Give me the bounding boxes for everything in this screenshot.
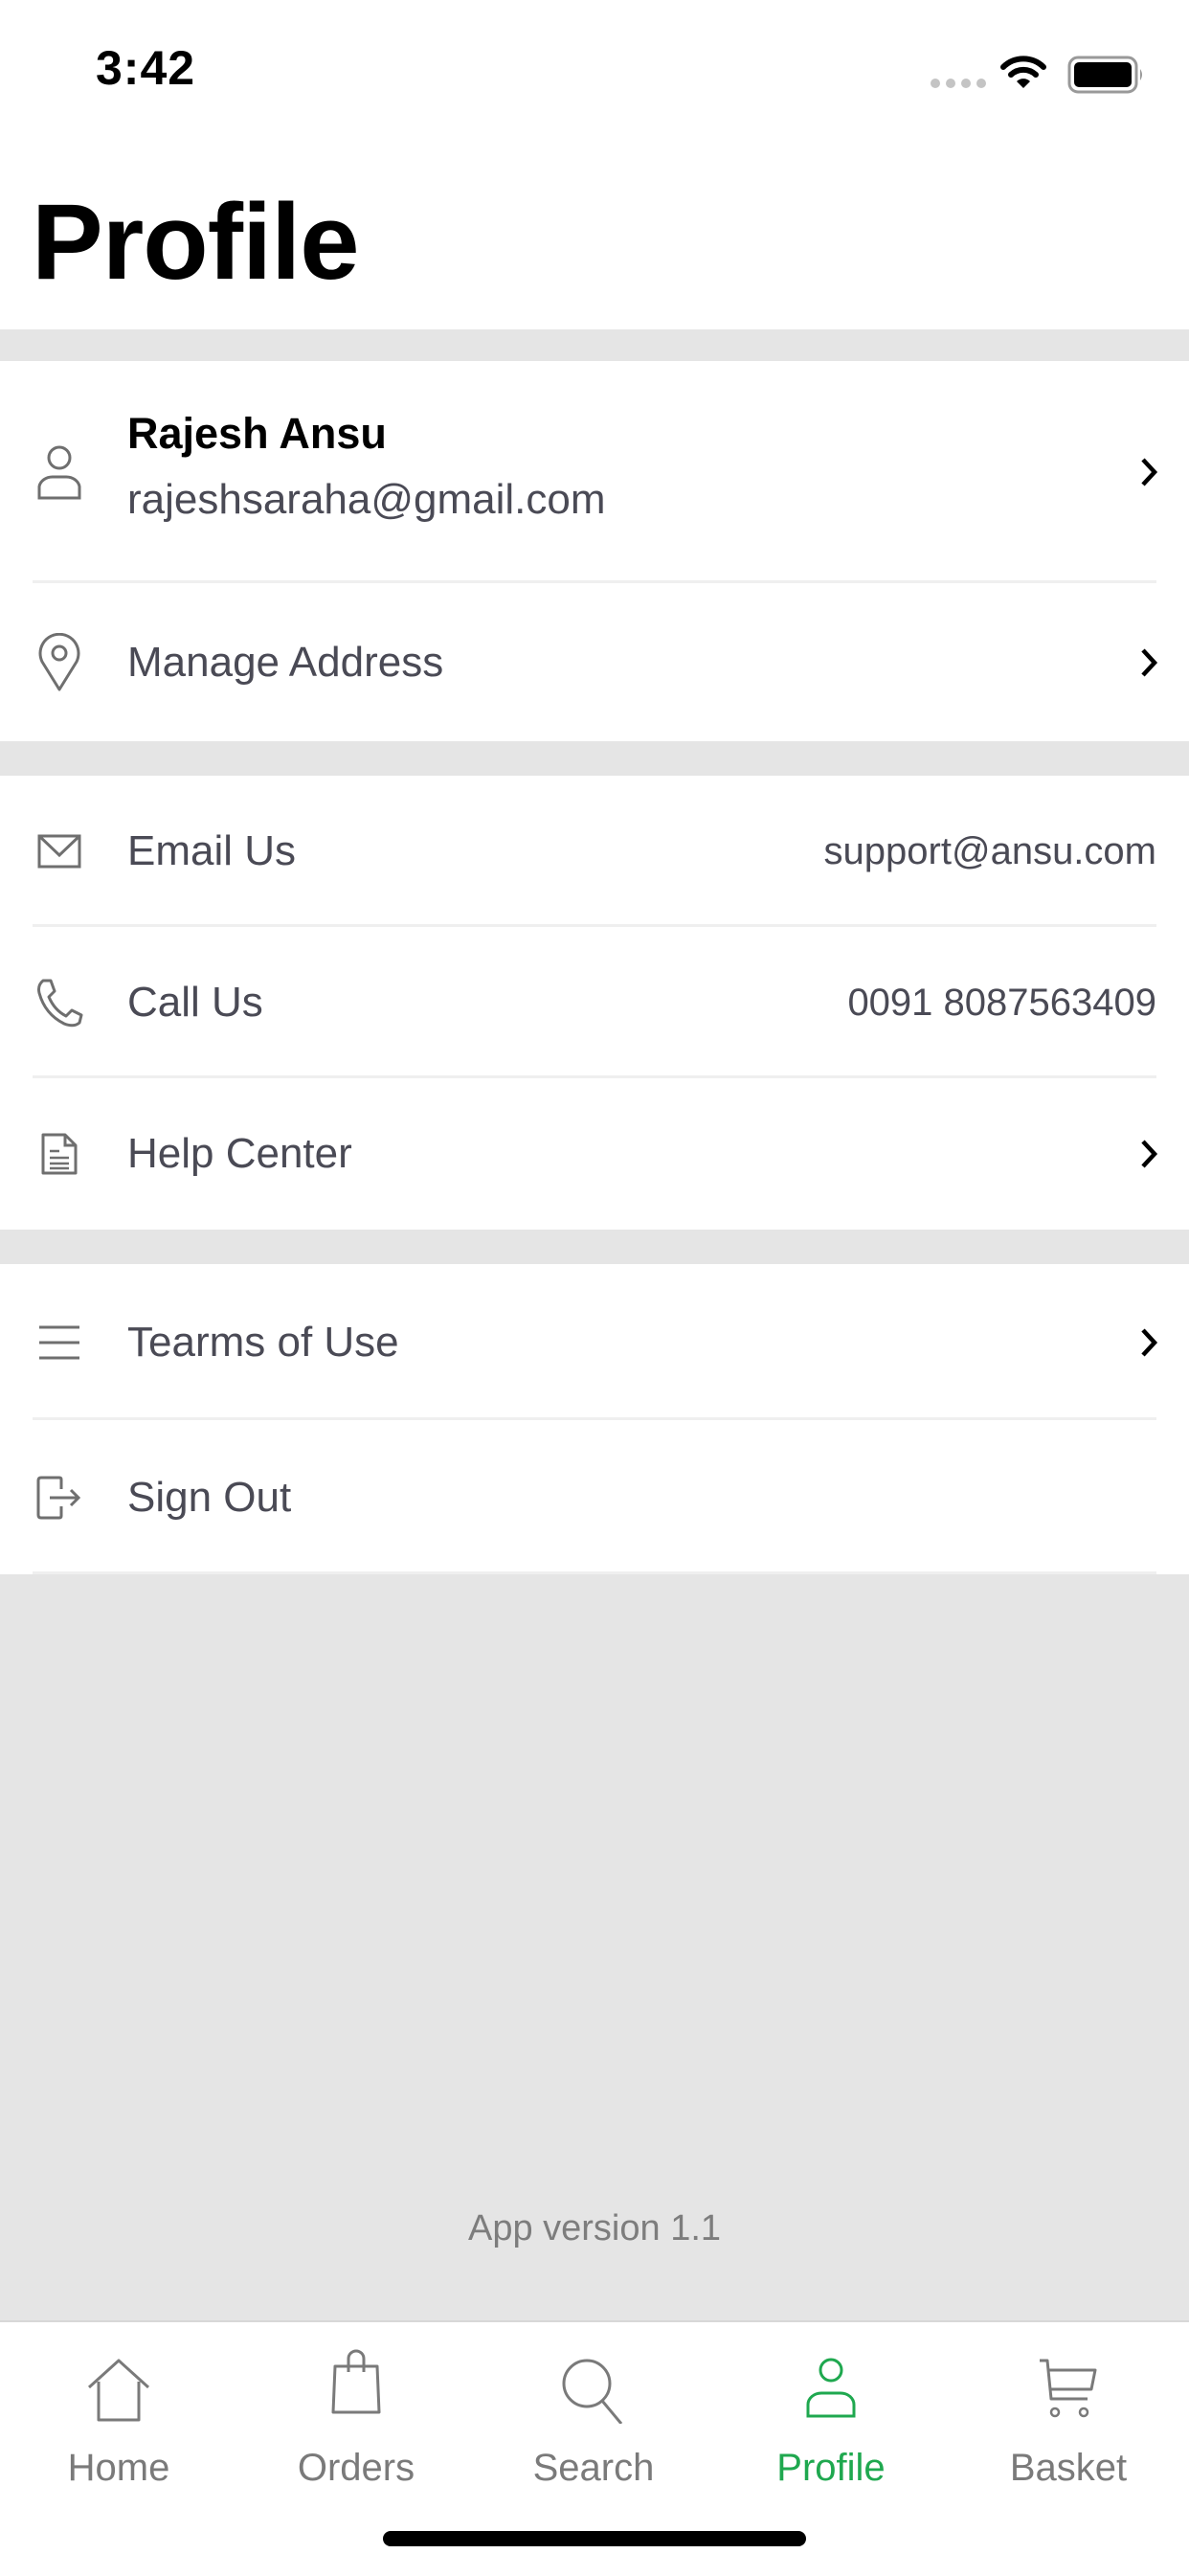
chevron-right-icon bbox=[1141, 1140, 1158, 1168]
battery-full-icon bbox=[1067, 56, 1142, 94]
status-bar: 3:42 bbox=[0, 0, 1189, 144]
person-icon bbox=[33, 442, 86, 502]
status-time: 3:42 bbox=[96, 41, 196, 95]
manage-address-row[interactable]: Manage Address bbox=[0, 583, 1189, 741]
tab-profile[interactable]: Profile bbox=[712, 2322, 950, 2495]
tab-home-label: Home bbox=[67, 2447, 170, 2489]
tab-orders[interactable]: Orders bbox=[237, 2322, 475, 2495]
manage-address-label: Manage Address bbox=[127, 638, 444, 686]
help-center-label: Help Center bbox=[127, 1130, 352, 1177]
sign-out-label: Sign Out bbox=[127, 1473, 292, 1521]
person-icon bbox=[806, 2358, 856, 2418]
envelope-icon bbox=[33, 822, 86, 881]
help-center-row[interactable]: Help Center bbox=[0, 1078, 1189, 1230]
call-us-row[interactable]: Call Us 0091 8087563409 bbox=[0, 927, 1189, 1078]
user-name: Rajesh Ansu bbox=[127, 409, 387, 458]
support-email-value[interactable]: support@ansu.com bbox=[824, 830, 1156, 873]
legal-group: Tearms of Use Sign Out bbox=[0, 1264, 1189, 1574]
divider bbox=[33, 1571, 1156, 1574]
user-email: rajeshsaraha@gmail.com bbox=[127, 476, 606, 523]
tab-home[interactable]: Home bbox=[0, 2322, 237, 2495]
tab-basket[interactable]: Basket bbox=[950, 2322, 1187, 2495]
home-icon bbox=[87, 2359, 150, 2422]
tab-profile-label: Profile bbox=[776, 2447, 886, 2489]
cart-icon bbox=[1040, 2359, 1097, 2418]
sign-out-icon bbox=[33, 1468, 86, 1527]
page-title: Profile bbox=[32, 182, 360, 302]
profile-row[interactable]: Rajesh Ansu rajeshsaraha@gmail.com bbox=[0, 361, 1189, 583]
tab-orders-label: Orders bbox=[297, 2447, 415, 2489]
contact-group: Email Us support@ansu.com Call Us 0091 8… bbox=[0, 776, 1189, 1230]
chevron-right-icon bbox=[1141, 1327, 1158, 1357]
sign-out-row[interactable]: Sign Out bbox=[0, 1420, 1189, 1574]
home-indicator[interactable] bbox=[383, 2531, 806, 2546]
list-icon bbox=[33, 1313, 86, 1372]
support-phone-value[interactable]: 0091 8087563409 bbox=[847, 982, 1156, 1025]
search-icon bbox=[562, 2359, 623, 2424]
email-us-row[interactable]: Email Us support@ansu.com bbox=[0, 776, 1189, 927]
chevron-right-icon bbox=[1141, 647, 1158, 677]
terms-label: Tearms of Use bbox=[127, 1318, 399, 1366]
call-us-label: Call Us bbox=[127, 979, 263, 1026]
tab-basket-label: Basket bbox=[1009, 2447, 1128, 2489]
signal-dots-icon bbox=[931, 79, 986, 88]
document-icon bbox=[33, 1124, 86, 1184]
app-version: App version 1.1 bbox=[467, 2208, 722, 2248]
email-us-label: Email Us bbox=[127, 827, 297, 874]
tab-search-label: Search bbox=[532, 2447, 655, 2489]
terms-row[interactable]: Tearms of Use bbox=[0, 1264, 1189, 1420]
shopping-bag-icon bbox=[331, 2349, 381, 2414]
chevron-right-icon bbox=[1141, 458, 1158, 486]
page-header: Profile bbox=[0, 144, 1189, 329]
wifi-icon bbox=[1000, 56, 1046, 88]
location-pin-icon bbox=[33, 632, 86, 692]
phone-icon bbox=[33, 973, 86, 1032]
tab-search[interactable]: Search bbox=[475, 2322, 712, 2495]
account-group: Rajesh Ansu rajeshsaraha@gmail.com Manag… bbox=[0, 361, 1189, 741]
